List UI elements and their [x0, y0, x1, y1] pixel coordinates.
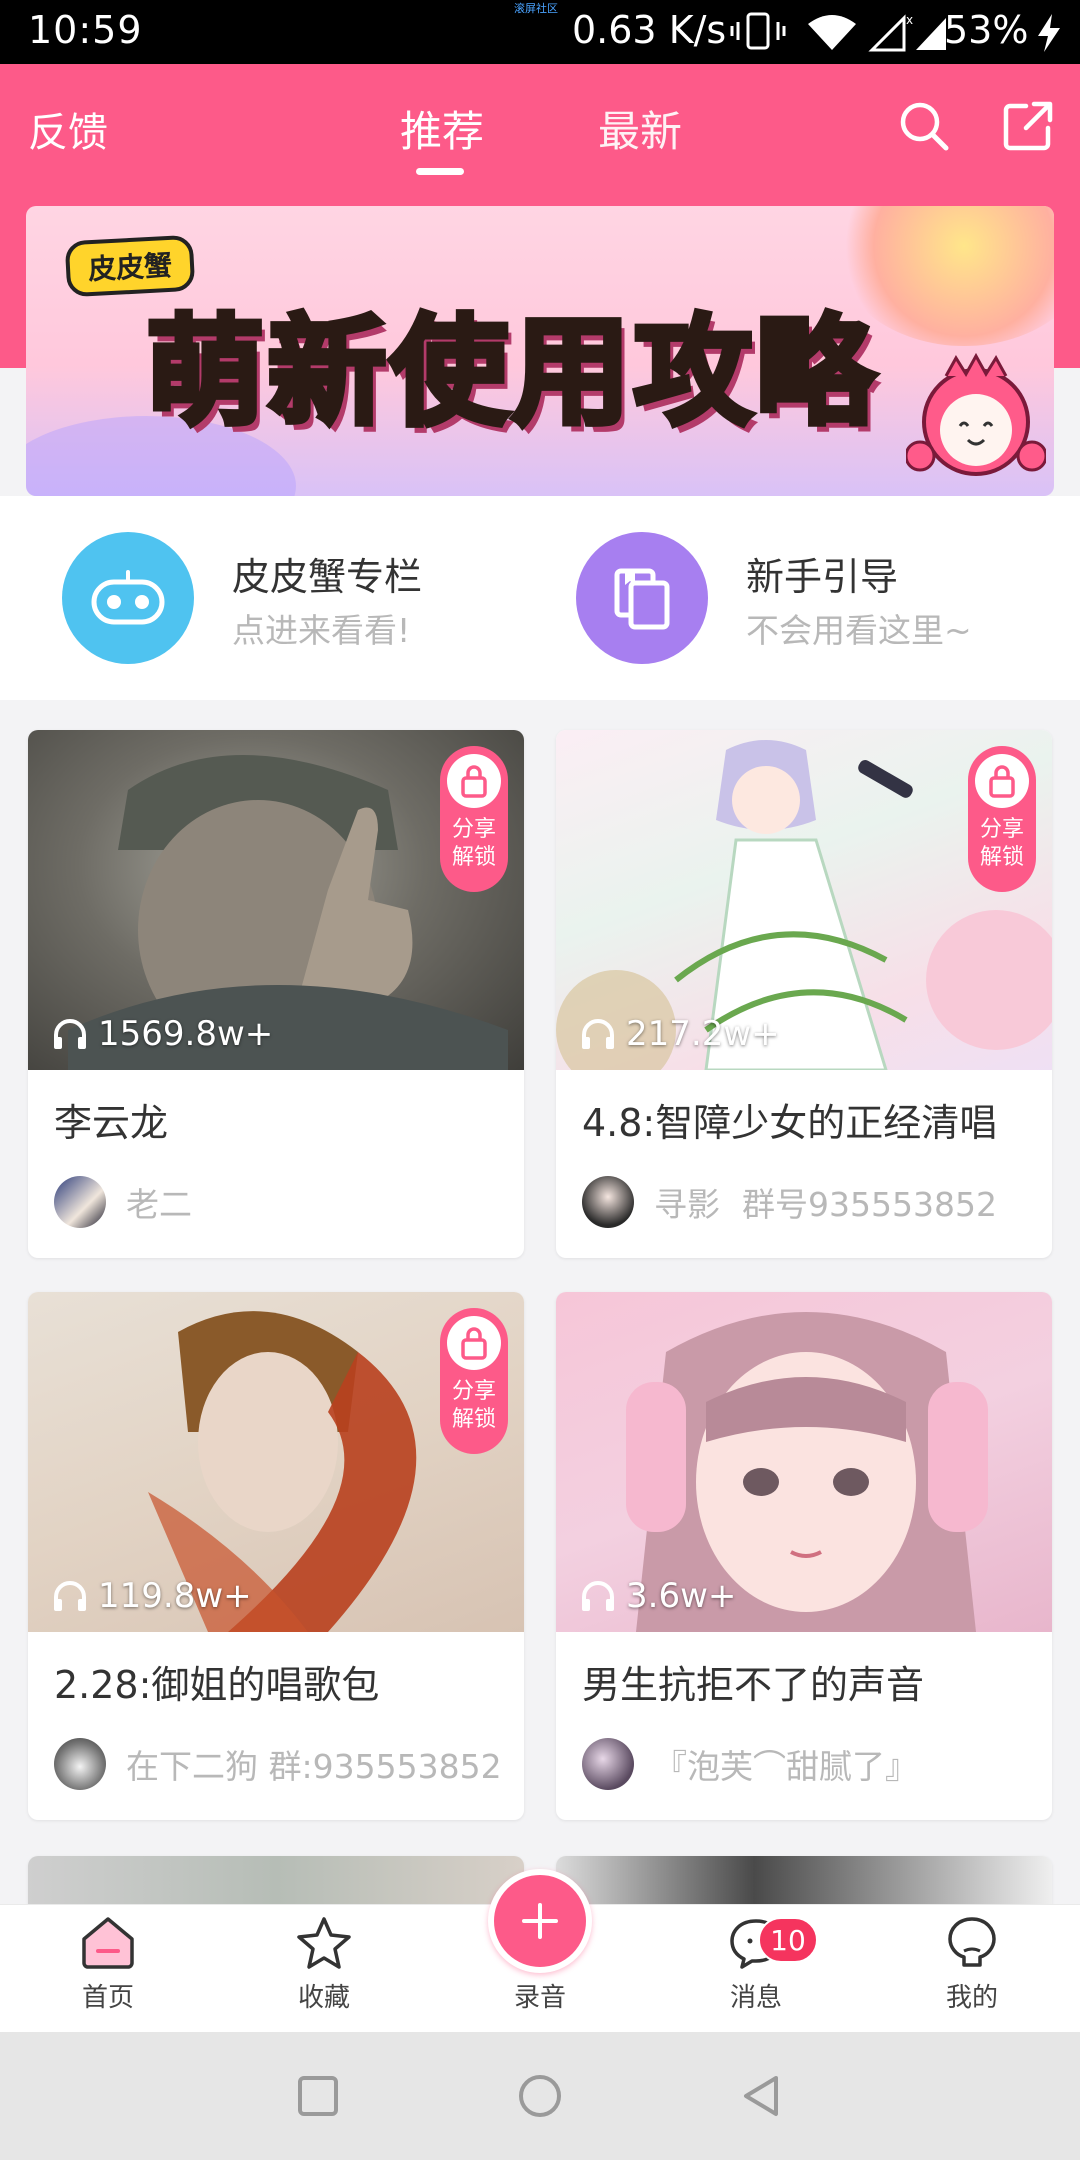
author-name: 『泡芙⌒甜腻了』: [654, 1747, 918, 1786]
home-button-icon[interactable]: [516, 2072, 564, 2120]
signal-icon-1: [868, 14, 906, 52]
recent-apps-icon[interactable]: [294, 2072, 342, 2120]
record-button[interactable]: [488, 1869, 592, 1973]
lock-text: 分享 解锁: [451, 817, 496, 870]
charging-icon: [1038, 14, 1060, 52]
promo-banner[interactable]: 皮皮蟹 萌新使用攻略: [26, 206, 1054, 496]
author-name: 寻影: [654, 1185, 720, 1224]
nav-me-label: 我的: [945, 1983, 998, 2013]
card-title: 4.8:智障少女的正经清唱: [582, 1101, 998, 1145]
column-entry[interactable]: 皮皮蟹专栏 点进来看看!: [62, 532, 542, 664]
nav-me[interactable]: 我的: [912, 1915, 1032, 2031]
nav-messages-label: 消息: [729, 1983, 782, 2013]
star-icon: [297, 1917, 351, 1969]
back-icon[interactable]: [738, 2072, 786, 2120]
author-name: 老二: [126, 1185, 192, 1224]
active-tab-indicator: [416, 168, 464, 175]
card-author[interactable]: 『泡芙⌒甜腻了』: [582, 1738, 918, 1790]
tab-recommended[interactable]: 推荐: [400, 98, 484, 159]
svg-text:x: x: [906, 13, 913, 27]
lock-text: 分享 解锁: [451, 1379, 496, 1432]
voice-pack-card[interactable]: 分享 解锁 217.2w+ 4.8:智障少女的正经清唱 寻影 群号93555385…: [556, 730, 1052, 1258]
crab-mascot-icon: [906, 352, 1046, 476]
banner-title: 萌新使用攻略: [143, 300, 879, 444]
wifi-icon: [808, 15, 856, 50]
lock-icon: [447, 1316, 501, 1370]
status-net-speed: 0.63 K/s: [572, 8, 727, 52]
headphones-icon: [54, 1581, 86, 1611]
play-count: 3.6w+: [580, 1576, 736, 1616]
system-navigation-bar: [0, 2032, 1080, 2160]
quick-entries: 皮皮蟹专栏 点进来看看! 新手引导 不会用看这里~: [0, 496, 1080, 700]
signal-icon-2: [916, 18, 946, 50]
headphones-icon: [582, 1019, 614, 1049]
share-unlock-badge[interactable]: 分享 解锁: [440, 1308, 508, 1454]
copy-icon: [576, 532, 708, 664]
share-icon[interactable]: [1000, 98, 1056, 154]
home-icon: [82, 1917, 134, 1969]
nav-home[interactable]: 首页: [48, 1915, 168, 2031]
card-title: 男生抗拒不了的声音: [582, 1663, 925, 1707]
nav-messages[interactable]: 消息 10: [696, 1915, 818, 2031]
column-entry-subtitle: 点进来看看!: [232, 611, 411, 650]
user-icon: [948, 1917, 996, 1967]
guide-entry-title: 新手引导: [746, 555, 899, 599]
status-bar: 10:59 滚屏社区 0.63 K/s x 53%: [0, 0, 1080, 64]
voice-pack-card[interactable]: 分享 解锁 119.8w+ 2.28:御姐的唱歌包 在下二狗 群:93555385…: [28, 1292, 524, 1820]
avatar: [54, 1176, 106, 1228]
search-icon[interactable]: [896, 98, 952, 154]
tab-latest[interactable]: 最新: [598, 98, 682, 159]
lock-icon: [975, 754, 1029, 808]
avatar: [582, 1176, 634, 1228]
status-battery: 53%: [944, 8, 1029, 52]
headphones-icon: [54, 1019, 86, 1049]
play-count: 1569.8w+: [52, 1014, 273, 1054]
headphones-icon: [582, 1581, 614, 1611]
status-time: 10:59: [28, 8, 143, 52]
voice-pack-card[interactable]: 分享 解锁 1569.8w+ 李云龙 老二: [28, 730, 524, 1258]
nav-record-label: 录音: [513, 1983, 566, 2013]
author-group: 群号935553852: [742, 1185, 997, 1224]
card-author[interactable]: 在下二狗 群:935553852: [54, 1738, 502, 1790]
card-title: 李云龙: [54, 1101, 169, 1145]
share-unlock-badge[interactable]: 分享 解锁: [440, 746, 508, 892]
nav-favorites-label: 收藏: [297, 1983, 350, 2013]
vibrate-icon: [730, 12, 786, 50]
author-name: 在下二狗 群:935553852: [126, 1747, 502, 1786]
guide-entry[interactable]: 新手引导 不会用看这里~: [576, 532, 1056, 664]
plus-icon: [522, 1903, 558, 1939]
feedback-link[interactable]: 反馈: [28, 100, 108, 158]
nav-favorites[interactable]: 收藏: [264, 1915, 384, 2031]
card-title: 2.28:御姐的唱歌包: [54, 1663, 380, 1707]
lock-text: 分享 解锁: [979, 817, 1024, 870]
gamepad-icon: [62, 532, 194, 664]
share-unlock-badge[interactable]: 分享 解锁: [968, 746, 1036, 892]
card-author[interactable]: 老二: [54, 1176, 192, 1228]
unread-count-badge: 10: [758, 1917, 818, 1963]
nav-home-label: 首页: [81, 1983, 134, 2013]
avatar: [54, 1738, 106, 1790]
bottom-navigation: 首页 收藏 录音 消息 10 我的: [0, 1869, 1080, 2032]
status-carrier-label: 滚屏社区: [514, 2, 558, 15]
play-count: 217.2w+: [580, 1014, 780, 1054]
column-entry-title: 皮皮蟹专栏: [232, 555, 423, 599]
card-author[interactable]: 寻影 群号935553852: [582, 1176, 997, 1228]
lock-icon: [447, 754, 501, 808]
guide-entry-subtitle: 不会用看这里~: [746, 611, 972, 650]
voice-pack-card[interactable]: 3.6w+ 男生抗拒不了的声音 『泡芙⌒甜腻了』: [556, 1292, 1052, 1820]
nav-record[interactable]: 录音: [480, 1869, 600, 2014]
avatar: [582, 1738, 634, 1790]
play-count: 119.8w+: [52, 1576, 252, 1616]
